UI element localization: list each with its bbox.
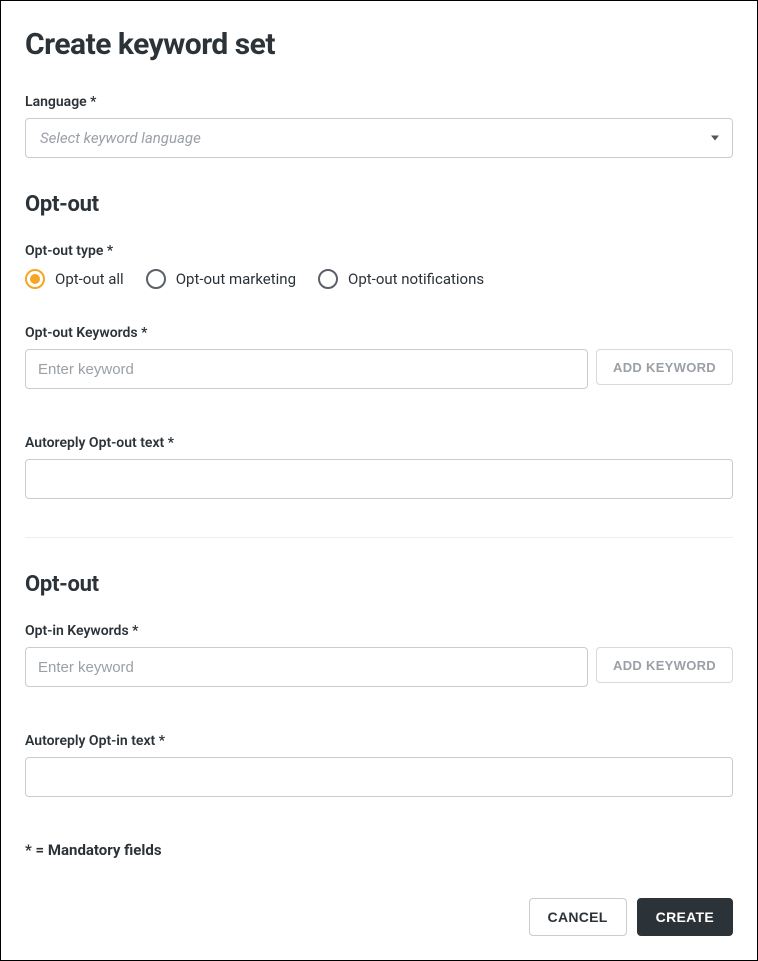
mandatory-note: * = Mandatory fields bbox=[25, 841, 733, 859]
optout-heading: Opt-out bbox=[25, 192, 733, 217]
section-divider bbox=[25, 537, 733, 538]
radio-label: Opt-out notifications bbox=[348, 270, 484, 288]
language-select[interactable]: Select keyword language bbox=[25, 118, 733, 158]
optout-keywords-label: Opt-out Keywords * bbox=[25, 325, 733, 341]
radio-label: Opt-out marketing bbox=[176, 270, 296, 288]
optout-autoreply-label: Autoreply Opt-out text * bbox=[25, 435, 733, 451]
optin-heading: Opt-out bbox=[25, 572, 733, 597]
radio-label: Opt-out all bbox=[55, 270, 124, 288]
optin-keywords-label: Opt-in Keywords * bbox=[25, 623, 733, 639]
optout-type-label: Opt-out type * bbox=[25, 243, 733, 259]
radio-icon bbox=[25, 269, 45, 289]
optout-autoreply-input[interactable] bbox=[25, 459, 733, 499]
optout-add-keyword-button[interactable]: ADD KEYWORD bbox=[596, 349, 733, 385]
radio-icon bbox=[146, 269, 166, 289]
radio-icon bbox=[318, 269, 338, 289]
optout-keyword-input[interactable] bbox=[25, 349, 588, 389]
optin-autoreply-label: Autoreply Opt-in text * bbox=[25, 733, 733, 749]
radio-optout-all[interactable]: Opt-out all bbox=[25, 269, 124, 289]
optout-type-radio-group: Opt-out all Opt-out marketing Opt-out no… bbox=[25, 269, 733, 289]
language-select-placeholder: Select keyword language bbox=[25, 118, 733, 158]
dialog-title: Create keyword set bbox=[25, 27, 733, 62]
language-label: Language * bbox=[25, 94, 733, 110]
create-button[interactable]: CREATE bbox=[637, 898, 733, 936]
optin-keyword-input[interactable] bbox=[25, 647, 588, 687]
optin-add-keyword-button[interactable]: ADD KEYWORD bbox=[596, 647, 733, 683]
radio-optout-marketing[interactable]: Opt-out marketing bbox=[146, 269, 296, 289]
cancel-button[interactable]: CANCEL bbox=[529, 898, 627, 936]
create-keyword-set-dialog: Create keyword set Language * Select key… bbox=[0, 0, 758, 961]
optin-autoreply-input[interactable] bbox=[25, 757, 733, 797]
radio-optout-notifications[interactable]: Opt-out notifications bbox=[318, 269, 484, 289]
dialog-footer: CANCEL CREATE bbox=[529, 898, 733, 936]
